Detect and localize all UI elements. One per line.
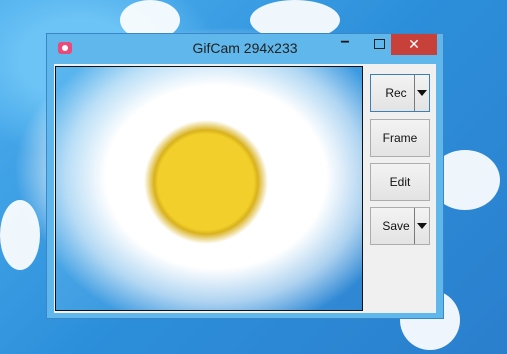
edit-label: Edit [389, 175, 411, 189]
chevron-down-icon [417, 90, 427, 96]
close-button[interactable]: ✕ [391, 34, 437, 55]
frame-button[interactable]: Frame [370, 119, 430, 157]
save-label: Save [382, 219, 410, 233]
capture-frame[interactable] [55, 66, 363, 311]
client-area: Rec Frame Edit Save [54, 64, 436, 313]
save-dropdown[interactable] [414, 208, 429, 244]
edit-button[interactable]: Edit [370, 163, 430, 201]
save-button[interactable]: Save [370, 207, 430, 245]
wallpaper-petal [0, 200, 40, 270]
rec-button[interactable]: Rec [370, 74, 430, 112]
rec-label: Rec [385, 86, 407, 100]
rec-dropdown[interactable] [414, 75, 429, 111]
title-bar[interactable]: GifCam 294x233 − ✕ [47, 34, 443, 64]
maximize-button[interactable] [364, 34, 394, 55]
frame-label: Frame [382, 131, 418, 145]
chevron-down-icon [417, 223, 427, 229]
maximize-icon [373, 39, 385, 49]
minimize-button[interactable]: − [330, 34, 360, 55]
gifcam-window: GifCam 294x233 − ✕ Rec Frame Edit Save [46, 33, 444, 319]
